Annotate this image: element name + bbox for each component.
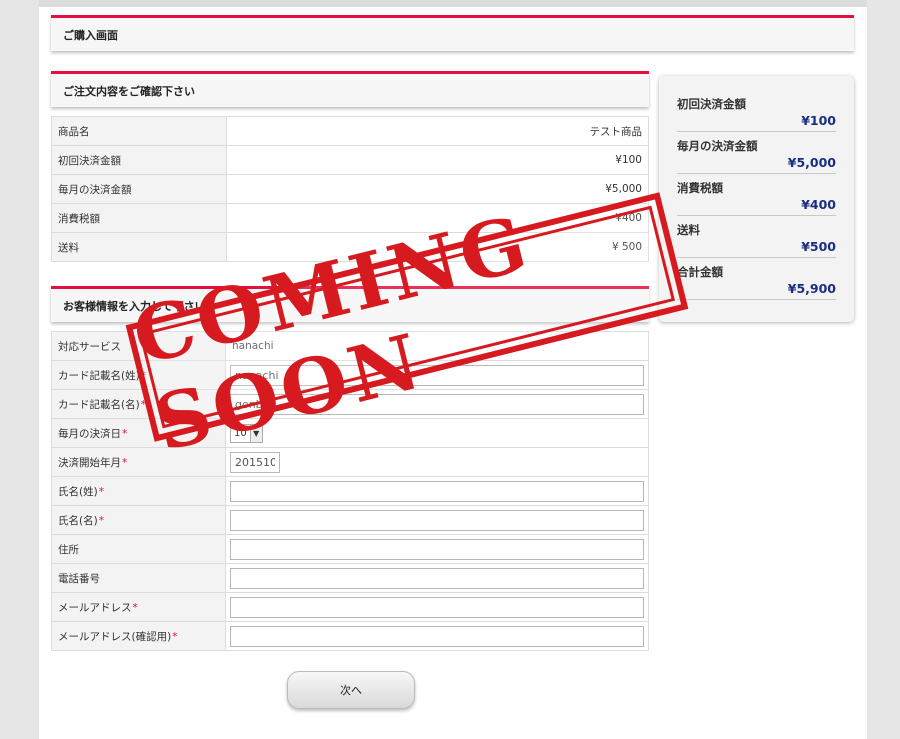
table-row: 商品名 テスト商品 xyxy=(51,116,649,146)
last-name-input[interactable] xyxy=(230,480,644,502)
address-label: 住所 xyxy=(51,534,226,564)
last-name-label: 氏名(姓) xyxy=(58,485,98,498)
required-mark: * xyxy=(132,601,138,614)
price-summary: 初回決済金額 ¥100 毎月の決済金額 ¥5,000 消費税額 ¥400 送料 … xyxy=(659,76,854,322)
summary-value: ¥5,900 xyxy=(787,281,836,296)
row-value: テスト商品 xyxy=(226,116,649,146)
next-button[interactable]: 次へ xyxy=(287,671,415,709)
email-input[interactable] xyxy=(230,596,644,618)
summary-item: 毎月の決済金額 ¥5,000 xyxy=(677,132,836,174)
row-label: 消費税額 xyxy=(51,203,227,233)
summary-label: 毎月の決済金額 xyxy=(677,139,758,153)
form-row: 氏名(姓)* xyxy=(51,476,649,506)
form-row: メールアドレス(確認用)* xyxy=(51,621,649,651)
form-row: 住所 xyxy=(51,534,649,564)
summary-label: 初回決済金額 xyxy=(677,97,746,111)
start-month-label: 決済開始年月 xyxy=(58,456,121,469)
page-title: ご購入画面 xyxy=(63,28,118,42)
summary-value: ¥100 xyxy=(801,113,836,128)
form-row: 電話番号 xyxy=(51,563,649,593)
email-confirm-input[interactable] xyxy=(230,625,644,647)
phone-label: 電話番号 xyxy=(51,563,226,593)
form-row: メールアドレス* xyxy=(51,592,649,622)
summary-item: 合計金額 ¥5,900 xyxy=(677,258,836,300)
page-header: ご購入画面 xyxy=(51,15,854,51)
required-mark: * xyxy=(98,485,104,498)
summary-item: 消費税額 ¥400 xyxy=(677,174,836,216)
summary-item: 送料 ¥500 xyxy=(677,216,836,258)
card-last-name-label: カード記載名(姓) xyxy=(58,369,140,382)
form-row: 決済開始年月* xyxy=(51,447,649,477)
order-section-title: ご注文内容をご確認下さい xyxy=(63,84,195,98)
required-mark: * xyxy=(122,427,128,440)
table-row: 初回決済金額 ¥100 xyxy=(51,145,649,175)
address-input[interactable] xyxy=(230,538,644,560)
first-name-input[interactable] xyxy=(230,509,644,531)
form-row: 氏名(名)* xyxy=(51,505,649,535)
row-label: 毎月の決済金額 xyxy=(51,174,227,204)
first-name-label: 氏名(名) xyxy=(58,514,98,527)
row-label: 初回決済金額 xyxy=(51,145,227,175)
summary-item: 初回決済金額 ¥100 xyxy=(677,90,836,132)
summary-label: 合計金額 xyxy=(677,265,723,279)
summary-value: ¥400 xyxy=(801,197,836,212)
summary-label: 送料 xyxy=(677,223,700,237)
summary-label: 消費税額 xyxy=(677,181,723,195)
row-label: 送料 xyxy=(51,232,227,262)
email-confirm-label: メールアドレス(確認用) xyxy=(58,630,172,643)
card-first-name-label: カード記載名(名) xyxy=(58,398,140,411)
summary-value: ¥500 xyxy=(801,239,836,254)
row-label: 商品名 xyxy=(51,116,227,146)
required-mark: * xyxy=(98,514,104,527)
row-value: ¥100 xyxy=(226,145,649,175)
required-mark: * xyxy=(172,630,178,643)
order-section-header: ご注文内容をご確認下さい xyxy=(51,71,649,107)
summary-value: ¥5,000 xyxy=(787,155,836,170)
phone-input[interactable] xyxy=(230,567,644,589)
required-mark: * xyxy=(122,456,128,469)
email-label: メールアドレス xyxy=(58,601,132,614)
pay-day-label: 毎月の決済日 xyxy=(58,427,121,440)
start-month-input[interactable] xyxy=(230,451,280,473)
